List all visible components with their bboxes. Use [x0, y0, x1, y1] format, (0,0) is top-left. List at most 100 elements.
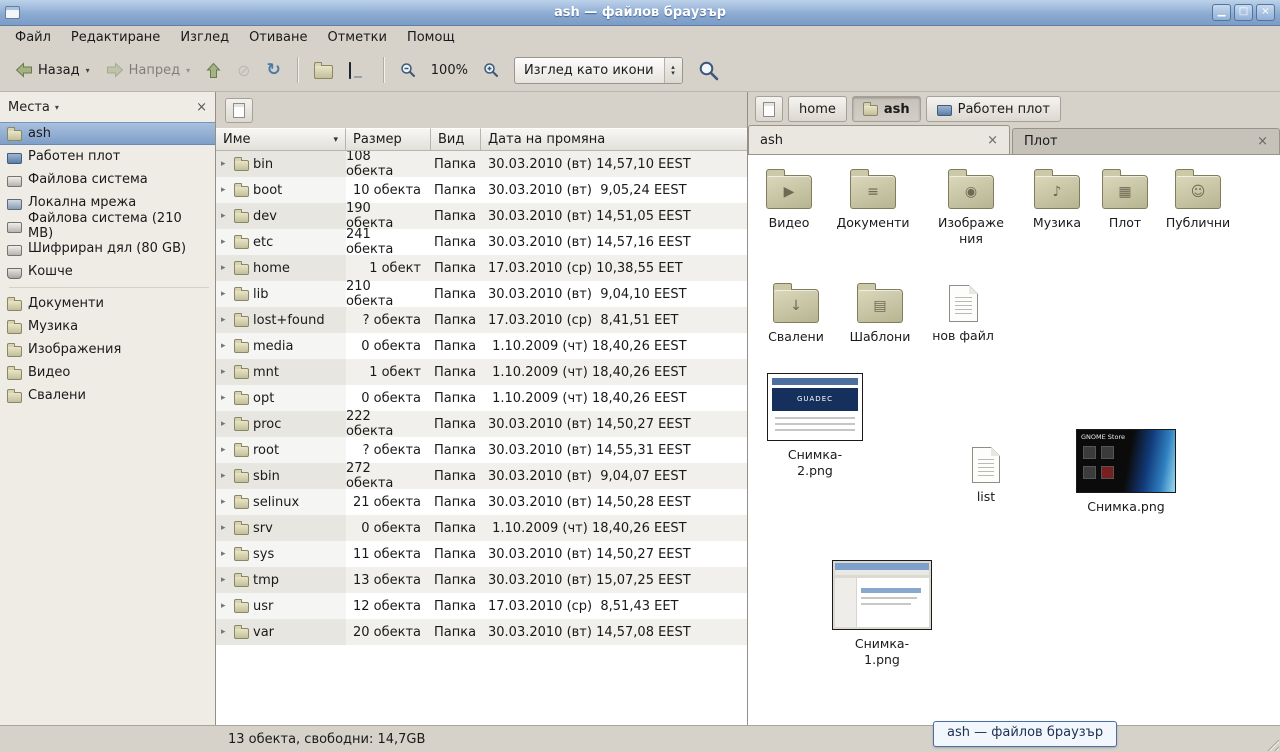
file-icon-snimka1[interactable]: Снимка-1.png [830, 560, 934, 667]
sidebar-item[interactable]: Изображения [0, 338, 215, 361]
menu-item[interactable]: Файл [6, 28, 60, 47]
maximize-button[interactable]: □ [1234, 4, 1253, 21]
table-row[interactable]: ▸ etc 241 обекта Папка 30.03.2010 (вт) 1… [216, 229, 747, 255]
expander-icon[interactable]: ▸ [221, 315, 230, 325]
sidebar-item[interactable]: Музика [0, 315, 215, 338]
column-header-name[interactable]: Име ▾ [216, 128, 346, 151]
expander-icon[interactable]: ▸ [221, 627, 230, 637]
tab-close-icon[interactable]: × [1249, 134, 1268, 149]
menu-item[interactable]: Отметки [318, 28, 395, 47]
expander-icon[interactable]: ▸ [221, 367, 230, 377]
search-button[interactable] [691, 55, 726, 86]
table-row[interactable]: ▸ boot 10 обекта Папка 30.03.2010 (вт) 9… [216, 177, 747, 203]
expander-icon[interactable]: ▸ [221, 419, 230, 429]
minimize-button[interactable]: ▁ [1212, 4, 1231, 21]
sidebar-item[interactable]: Свалени [0, 384, 215, 407]
expander-icon[interactable]: ▸ [221, 393, 230, 403]
back-history-dropdown-icon[interactable]: ▾ [86, 66, 90, 75]
table-row[interactable]: ▸ sys 11 обекта Папка 30.03.2010 (вт) 14… [216, 541, 747, 567]
table-row[interactable]: ▸ lost+found ? обекта Папка 17.03.2010 (… [216, 307, 747, 333]
file-icon-snimka2[interactable]: GUADEC Снимка-2.png [765, 373, 865, 478]
table-row[interactable]: ▸ root ? обекта Папка 30.03.2010 (вт) 14… [216, 437, 747, 463]
expander-icon[interactable]: ▸ [221, 185, 230, 195]
sidebar-item[interactable]: Шифриран дял (80 GB) [0, 237, 215, 260]
table-row[interactable]: ▸ srv 0 обекта Папка 1.10.2009 (чт) 18,4… [216, 515, 747, 541]
file-icon-downloads[interactable]: ↓ Свалени [760, 281, 832, 345]
sidebar-item[interactable]: Документи [0, 292, 215, 315]
menu-item[interactable]: Редактиране [62, 28, 169, 47]
file-icon-new-file[interactable]: нов файл [931, 281, 995, 344]
expander-icon[interactable]: ▸ [221, 471, 230, 481]
file-icon-documents[interactable]: ≡ Документи [833, 167, 913, 231]
sidebar-close-icon[interactable]: × [196, 100, 207, 115]
combobox-spinner-icon[interactable]: ▴▾ [664, 58, 682, 83]
table-row[interactable]: ▸ lib 210 обекта Папка 30.03.2010 (вт) 9… [216, 281, 747, 307]
table-row[interactable]: ▸ sbin 272 обекта Папка 30.03.2010 (вт) … [216, 463, 747, 489]
file-icon-music[interactable]: ♪ Музика [1022, 167, 1092, 231]
path-button-desktop[interactable]: Работен плот [926, 96, 1061, 122]
sidebar-item[interactable]: Кошче [0, 260, 215, 283]
path-button-ash[interactable]: ash [852, 96, 921, 122]
table-row[interactable]: ▸ opt 0 обекта Папка 1.10.2009 (чт) 18,4… [216, 385, 747, 411]
file-icon-desktop[interactable]: ▦ Плот [1097, 167, 1153, 231]
path-button-home[interactable]: home [788, 96, 847, 122]
home-button[interactable] [307, 56, 340, 84]
expander-icon[interactable]: ▸ [221, 159, 230, 169]
file-icon-templates[interactable]: ▤ Шаблони [844, 281, 916, 345]
expander-icon[interactable]: ▸ [221, 549, 230, 559]
table-row[interactable]: ▸ home 1 обект Папка 17.03.2010 (ср) 10,… [216, 255, 747, 281]
expander-icon[interactable]: ▸ [221, 211, 230, 221]
expander-icon[interactable]: ▸ [221, 289, 230, 299]
column-header-size[interactable]: Размер [346, 128, 431, 151]
table-row[interactable]: ▸ selinux 21 обекта Папка 30.03.2010 (вт… [216, 489, 747, 515]
computer-button[interactable] [342, 58, 374, 83]
file-icon-video[interactable]: ▶ Видео [752, 167, 826, 231]
resize-grip[interactable] [1264, 736, 1279, 751]
expander-icon[interactable]: ▸ [221, 341, 230, 351]
file-icon-public[interactable]: ☺ Публични [1162, 167, 1234, 231]
tab-ash[interactable]: ash × [748, 125, 1010, 154]
expander-icon[interactable]: ▸ [221, 601, 230, 611]
tab-plot[interactable]: Плот × [1012, 128, 1280, 154]
sidebar-item[interactable]: Работен плот [0, 145, 215, 168]
zoom-in-button[interactable] [476, 57, 506, 83]
icon-view[interactable]: ▶ Видео ≡ Документи ◉ Изображения ♪ Музи… [748, 155, 1280, 725]
stop-button[interactable]: ⊘ [230, 57, 257, 84]
sidebar-item[interactable]: Видео [0, 361, 215, 384]
expander-icon[interactable]: ▸ [221, 263, 230, 273]
expander-icon[interactable]: ▸ [221, 497, 230, 507]
path-root-button[interactable] [755, 96, 783, 122]
pane-notes-button[interactable] [225, 98, 253, 123]
table-row[interactable]: ▸ var 20 обекта Папка 30.03.2010 (вт) 14… [216, 619, 747, 645]
table-row[interactable]: ▸ media 0 обекта Папка 1.10.2009 (чт) 18… [216, 333, 747, 359]
title-bar[interactable]: ash — файлов браузър ▁ □ × [0, 0, 1280, 26]
reload-button[interactable]: ↻ [260, 57, 288, 84]
column-header-type[interactable]: Вид [431, 128, 481, 151]
table-row[interactable]: ▸ mnt 1 обект Папка 1.10.2009 (чт) 18,40… [216, 359, 747, 385]
file-icon-list[interactable]: list [956, 443, 1016, 505]
sidebar-dropdown-icon[interactable]: ▾ [55, 103, 59, 112]
tab-close-icon[interactable]: × [979, 133, 998, 148]
table-row[interactable]: ▸ bin 108 обекта Папка 30.03.2010 (вт) 1… [216, 151, 747, 177]
back-button[interactable]: Назад ▾ [8, 57, 97, 83]
sidebar-item[interactable]: Файлова система [0, 168, 215, 191]
up-button[interactable] [199, 57, 228, 84]
expander-icon[interactable]: ▸ [221, 575, 230, 585]
menu-item[interactable]: Изглед [171, 28, 238, 47]
table-row[interactable]: ▸ tmp 13 обекта Папка 30.03.2010 (вт) 15… [216, 567, 747, 593]
table-row[interactable]: ▸ dev 190 обекта Папка 30.03.2010 (вт) 1… [216, 203, 747, 229]
table-row[interactable]: ▸ proc 222 обекта Папка 30.03.2010 (вт) … [216, 411, 747, 437]
table-row[interactable]: ▸ usr 12 обекта Папка 17.03.2010 (ср) 8,… [216, 593, 747, 619]
sidebar-item[interactable] [0, 283, 215, 292]
zoom-out-button[interactable] [393, 57, 423, 83]
sidebar-title[interactable]: Места [8, 100, 50, 115]
file-icon-images[interactable]: ◉ Изображения [933, 167, 1009, 246]
close-button[interactable]: × [1256, 4, 1275, 21]
file-icon-snimka[interactable]: GNOME Store Снимка.png [1074, 429, 1178, 515]
forward-button[interactable]: Напред ▾ [99, 57, 198, 83]
view-mode-combobox[interactable]: Изглед като икони ▴▾ [514, 57, 683, 84]
menu-item[interactable]: Отиване [240, 28, 316, 47]
sidebar-item[interactable]: Файлова система (210 MB) [0, 214, 215, 237]
expander-icon[interactable]: ▸ [221, 445, 230, 455]
expander-icon[interactable]: ▸ [221, 237, 230, 247]
